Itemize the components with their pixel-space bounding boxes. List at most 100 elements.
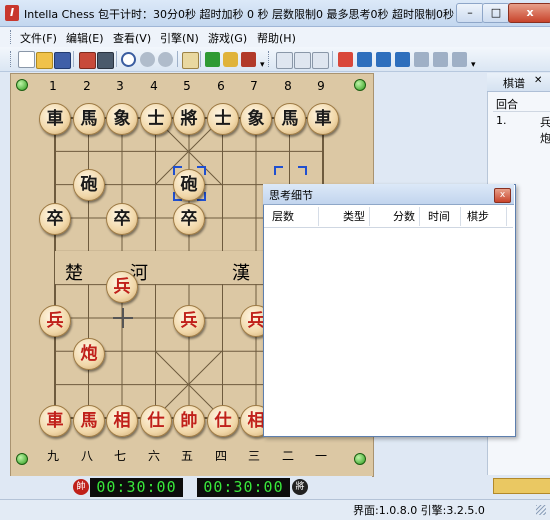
column-number: 九 — [46, 449, 59, 463]
red-soldier-piece[interactable]: 兵 — [39, 305, 71, 337]
save-icon[interactable] — [54, 52, 71, 69]
menu-view[interactable]: 查看(V) — [113, 30, 151, 46]
column-number: 4 — [150, 79, 158, 93]
black-general-piece[interactable]: 將 — [173, 103, 205, 135]
dialog-title: 思考细节 — [269, 189, 313, 202]
column-separator — [460, 207, 461, 226]
toolbar-separator — [116, 51, 117, 67]
corner-dot — [16, 79, 28, 91]
edit-icon[interactable] — [182, 52, 199, 69]
red-chariot-piece[interactable]: 車 — [39, 405, 71, 437]
column-number: 五 — [180, 449, 193, 463]
river-text-chu: 楚 — [65, 263, 83, 284]
black-cannon-piece[interactable]: 砲 — [73, 169, 105, 201]
minimize-button[interactable]: – — [456, 3, 484, 23]
black-elephant-piece[interactable]: 象 — [240, 103, 272, 135]
moves-header-round: 回合 — [496, 98, 518, 111]
black-soldier-piece[interactable]: 卒 — [39, 203, 71, 235]
paste-icon[interactable] — [294, 52, 311, 69]
close-button[interactable]: x — [508, 3, 550, 23]
menu-file[interactable]: 文件(F) — [20, 30, 57, 46]
column-number: 8 — [284, 79, 292, 93]
copy-icon[interactable] — [276, 52, 293, 69]
moves-panel-close-icon[interactable]: ✕ — [534, 75, 542, 86]
column-header-type[interactable]: 类型 — [343, 208, 365, 224]
red-advisor-piece[interactable]: 仕 — [140, 405, 172, 437]
black-chariot-piece[interactable]: 車 — [39, 103, 71, 135]
red-soldier-piece[interactable]: 兵 — [106, 271, 138, 303]
previous-move-icon[interactable] — [395, 52, 410, 67]
moves-panel-tab[interactable]: 棋谱 — [503, 75, 525, 91]
column-number: 八 — [80, 449, 93, 463]
column-number: 四 — [214, 449, 227, 463]
column-number: 三 — [247, 449, 260, 463]
black-cannon-piece[interactable]: 砲 — [173, 169, 205, 201]
resize-grip[interactable] — [536, 505, 546, 515]
red-elephant-piece[interactable]: 相 — [106, 405, 138, 437]
open-folder-icon[interactable] — [36, 52, 53, 69]
next-page-icon[interactable] — [433, 52, 448, 67]
black-board-icon[interactable] — [97, 52, 114, 69]
column-number: 六 — [147, 449, 160, 463]
menu-edit[interactable]: 编辑(E) — [66, 30, 104, 46]
red-board-icon[interactable] — [79, 52, 96, 69]
engine-icon[interactable] — [205, 52, 220, 67]
column-header-move[interactable]: 棋步 — [467, 208, 489, 224]
toolbar-grip — [10, 51, 13, 67]
column-number: 七 — [113, 449, 126, 463]
column-number: 1 — [49, 79, 57, 93]
menu-engine[interactable]: 引擎(N) — [160, 30, 199, 46]
black-advisor-piece[interactable]: 士 — [140, 103, 172, 135]
column-separator — [419, 207, 420, 226]
window-title: Intella Chess 包干计时：30分0秒 超时加秒 0 秒 层数限制0 … — [24, 8, 454, 21]
red-cannon-piece[interactable]: 炮 — [73, 338, 105, 370]
black-soldier-piece[interactable]: 卒 — [173, 203, 205, 235]
paste-list-icon[interactable] — [312, 52, 329, 69]
lock-icon[interactable] — [223, 52, 238, 67]
red-general-piece[interactable]: 帥 — [173, 405, 205, 437]
toolbar-overflow-icon[interactable]: ▾ — [471, 60, 476, 70]
hammer-icon[interactable] — [241, 52, 256, 67]
black-elephant-piece[interactable]: 象 — [106, 103, 138, 135]
red-clock-badge: 帥 — [73, 479, 89, 495]
menu-help[interactable]: 帮助(H) — [257, 30, 296, 46]
river-text-han: 漢 — [232, 263, 250, 284]
column-header-time[interactable]: 时间 — [428, 208, 450, 224]
column-number: 一 — [314, 449, 327, 463]
dialog-close-button[interactable]: x — [494, 188, 511, 203]
black-soldier-piece[interactable]: 卒 — [106, 203, 138, 235]
column-separator — [369, 207, 370, 226]
column-number: 7 — [250, 79, 258, 93]
column-number: 3 — [116, 79, 124, 93]
column-separator — [506, 207, 507, 226]
cursor-crosshair — [113, 308, 133, 328]
red-soldier-piece[interactable]: 兵 — [173, 305, 205, 337]
menu-game[interactable]: 游戏(G) — [208, 30, 247, 46]
menu-grip — [10, 30, 13, 44]
moves-panel-scrollbar[interactable] — [493, 478, 550, 494]
last-move-icon[interactable] — [452, 52, 467, 67]
corner-dot — [354, 79, 366, 91]
move-entry[interactable]: 炮 — [540, 130, 550, 146]
new-file-icon[interactable] — [18, 51, 35, 68]
black-advisor-piece[interactable]: 士 — [207, 103, 239, 135]
column-header-depth[interactable]: 层数 — [272, 208, 294, 224]
column-number: 9 — [317, 79, 325, 93]
next-move-icon[interactable] — [414, 52, 429, 67]
black-horse-piece[interactable]: 馬 — [274, 103, 306, 135]
stop-icon[interactable] — [140, 52, 155, 67]
move-entry[interactable]: 兵 — [540, 114, 550, 130]
refresh-icon[interactable] — [158, 52, 173, 67]
search-icon[interactable] — [121, 52, 136, 67]
previous-page-icon[interactable] — [376, 52, 391, 67]
column-number: 6 — [217, 79, 225, 93]
column-header-score[interactable]: 分数 — [393, 208, 415, 224]
red-advisor-piece[interactable]: 仕 — [207, 405, 239, 437]
black-chariot-piece[interactable]: 車 — [307, 103, 339, 135]
toolbar-overflow-icon[interactable]: ▾ — [260, 60, 265, 70]
black-horse-piece[interactable]: 馬 — [73, 103, 105, 135]
first-move-icon[interactable] — [357, 52, 372, 67]
undo-icon[interactable] — [338, 52, 353, 67]
maximize-button[interactable]: □ — [482, 3, 510, 23]
red-horse-piece[interactable]: 馬 — [73, 405, 105, 437]
